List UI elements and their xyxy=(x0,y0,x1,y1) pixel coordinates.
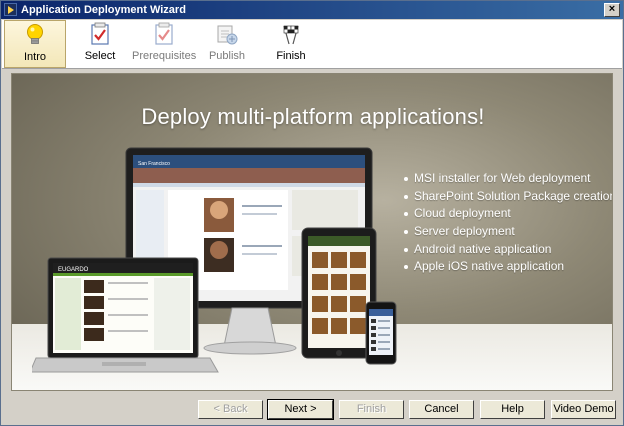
step-label: Prerequisites xyxy=(132,50,197,62)
feature-item: MSI installer for Web deployment xyxy=(404,170,612,188)
step-finish[interactable]: Finish xyxy=(260,20,322,68)
intro-headline: Deploy multi-platform applications! xyxy=(141,104,485,129)
window-title: Application Deployment Wizard xyxy=(21,4,186,16)
laptop-brand-text: EUGARDO xyxy=(58,267,89,273)
wizard-button-bar: < Back Next > Finish Cancel Help Video D… xyxy=(2,393,622,425)
checklist-icon xyxy=(155,22,173,45)
feature-item: SharePoint Solution Package creation xyxy=(404,188,613,206)
feature-text: MSI installer for Web deployment xyxy=(414,171,591,185)
bullet-icon xyxy=(404,229,408,234)
feature-text: Server deployment xyxy=(414,224,515,239)
step-label: Publish xyxy=(208,50,246,62)
step-select[interactable]: Select xyxy=(69,20,131,68)
next-button[interactable]: Next > xyxy=(267,399,334,420)
step-label: Finish xyxy=(276,50,306,62)
app-icon xyxy=(4,3,17,16)
lightbulb-icon xyxy=(27,24,43,44)
bullet-icon xyxy=(404,265,408,270)
feature-item: Cloud deployment xyxy=(404,205,612,223)
feature-text: Apple iOS native application xyxy=(414,259,565,274)
wizard-step-bar: Intro Select Prerequisites Publish Finis… xyxy=(2,20,622,69)
feature-item: Server deployment xyxy=(404,223,612,241)
tablet-image xyxy=(301,227,377,359)
feature-text: Cloud deployment xyxy=(414,206,511,221)
devices-illustration: EUGARDO San Francisco xyxy=(32,147,397,373)
step-prerequisites[interactable]: Prerequisites xyxy=(132,20,196,68)
title-bar[interactable]: Application Deployment Wizard × xyxy=(1,1,623,19)
feature-text: Android native application xyxy=(414,241,552,256)
bullet-icon xyxy=(404,247,408,252)
cancel-button[interactable]: Cancel xyxy=(409,400,474,419)
step-publish[interactable]: Publish xyxy=(196,20,258,68)
feature-item: Apple iOS native application xyxy=(404,258,612,276)
finish-button[interactable]: Finish xyxy=(339,400,404,419)
bullet-icon xyxy=(404,176,408,181)
laptop-image xyxy=(32,257,219,373)
phone-image xyxy=(365,301,397,365)
wizard-window: Application Deployment Wizard × Intro Se… xyxy=(0,0,624,426)
monitor-header-text: San Francisco xyxy=(138,161,170,167)
video-demo-button[interactable]: Video Demo xyxy=(551,400,616,419)
bullet-icon xyxy=(404,212,408,217)
publish-icon xyxy=(217,25,238,45)
back-button[interactable]: < Back xyxy=(198,400,263,419)
feature-list: MSI installer for Web deployment SharePo… xyxy=(404,170,613,276)
intro-panel: Deploy multi-platform applications! EUGA… xyxy=(11,73,613,391)
step-label: Intro xyxy=(23,51,46,63)
step-label: Select xyxy=(84,50,116,62)
close-button[interactable]: × xyxy=(604,3,620,17)
feature-item: Android native application xyxy=(404,241,612,259)
help-button[interactable]: Help xyxy=(480,400,545,419)
feature-text: SharePoint Solution Package creation xyxy=(414,188,613,203)
step-intro[interactable]: Intro xyxy=(4,20,66,68)
checkered-flags-icon xyxy=(283,25,299,45)
checklist-icon xyxy=(91,22,109,45)
bullet-icon xyxy=(404,194,408,199)
